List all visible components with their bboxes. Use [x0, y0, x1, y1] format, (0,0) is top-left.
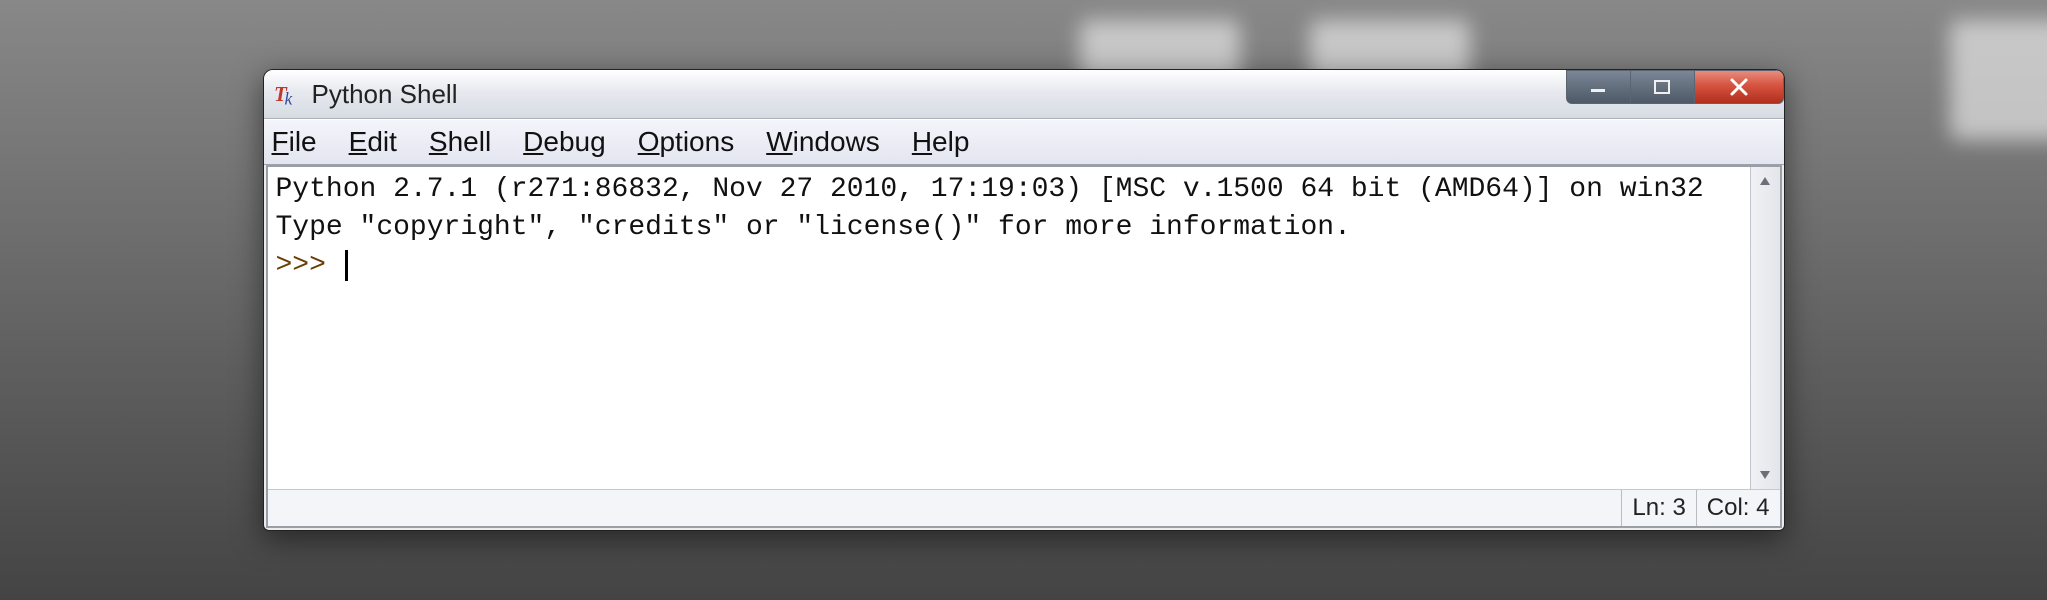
svg-text:k: k — [284, 89, 293, 109]
menu-mnemonic: S — [429, 126, 448, 157]
maximize-icon — [1652, 77, 1672, 97]
menu-edit[interactable]: Edit — [349, 126, 397, 158]
close-icon — [1728, 76, 1750, 98]
shell-text-area[interactable]: Python 2.7.1 (r271:86832, Nov 27 2010, 1… — [268, 167, 1750, 489]
window-title: Python Shell — [312, 79, 458, 110]
menu-mnemonic: E — [349, 126, 368, 157]
statusbar: Ln: 3 Col: 4 — [268, 489, 1780, 526]
maximize-button[interactable] — [1630, 70, 1694, 104]
menu-mnemonic: W — [766, 126, 792, 157]
close-button[interactable] — [1694, 70, 1784, 104]
menu-mnemonic: O — [638, 126, 660, 157]
titlebar[interactable]: T k Python Shell — [264, 70, 1784, 119]
shell-prompt: >>> — [276, 250, 343, 281]
status-line: Ln: 3 — [1621, 490, 1695, 526]
minimize-button[interactable] — [1566, 70, 1630, 104]
status-column: Col: 4 — [1696, 490, 1780, 526]
tk-logo-icon: T k — [274, 80, 302, 108]
menu-debug[interactable]: Debug — [523, 126, 606, 158]
window-controls — [1566, 70, 1784, 118]
banner-line: Python 2.7.1 (r271:86832, Nov 27 2010, 1… — [276, 174, 1704, 205]
client-inner: Python 2.7.1 (r271:86832, Nov 27 2010, 1… — [268, 167, 1780, 489]
menu-windows[interactable]: Windows — [766, 126, 880, 158]
client-area: Python 2.7.1 (r271:86832, Nov 27 2010, 1… — [266, 165, 1782, 528]
background-blob — [1950, 20, 2047, 140]
text-cursor — [345, 250, 348, 281]
menu-mnemonic: F — [272, 126, 289, 157]
menu-shell[interactable]: Shell — [429, 126, 491, 158]
menu-file[interactable]: File — [272, 126, 317, 158]
vertical-scrollbar[interactable] — [1750, 167, 1780, 489]
menu-mnemonic: H — [912, 126, 932, 157]
desktop-backdrop: T k Python Shell — [0, 0, 2047, 600]
menu-mnemonic: D — [523, 126, 543, 157]
minimize-icon — [1588, 77, 1608, 97]
scroll-up-icon[interactable] — [1753, 169, 1777, 193]
python-shell-window: T k Python Shell — [263, 69, 1785, 531]
menu-help[interactable]: Help — [912, 126, 970, 158]
menubar: File Edit Shell Debug Options Windows Help — [264, 119, 1784, 165]
menu-options[interactable]: Options — [638, 126, 735, 158]
banner-line: Type "copyright", "credits" or "license(… — [276, 212, 1351, 243]
scroll-down-icon[interactable] — [1753, 463, 1777, 487]
